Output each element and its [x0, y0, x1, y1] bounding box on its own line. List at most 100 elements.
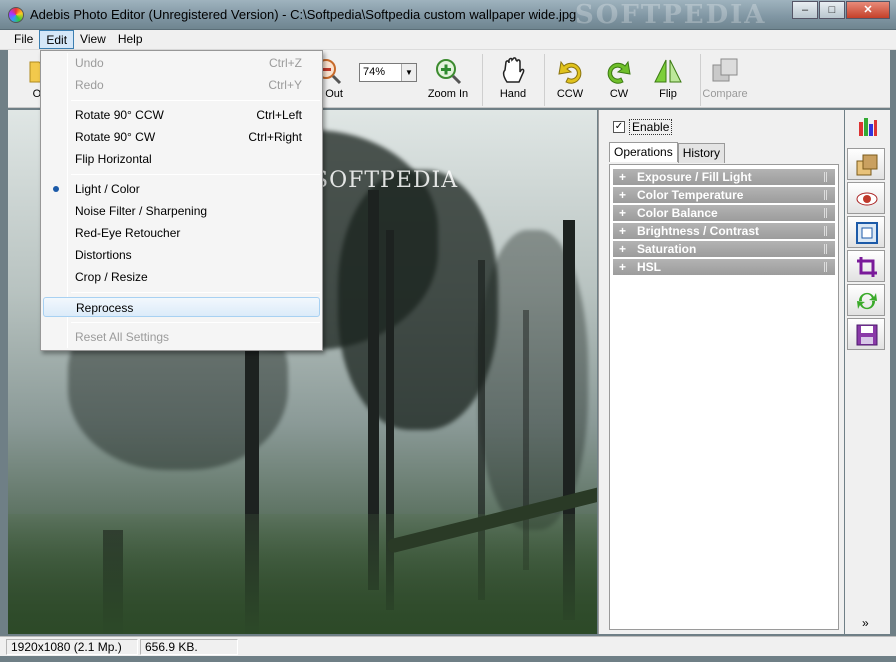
op-brightness-contrast[interactable]: + Brightness / Contrast — [613, 223, 835, 239]
tool-strip: » — [845, 110, 890, 634]
frame-icon — [856, 222, 878, 244]
flip-icon — [654, 59, 682, 83]
menu-file[interactable]: File — [8, 30, 39, 49]
red-eye-tool[interactable] — [847, 182, 885, 214]
op-exposure[interactable]: + Exposure / Fill Light — [613, 169, 835, 185]
expand-icon: + — [619, 224, 627, 238]
tab-operations[interactable]: Operations — [609, 142, 678, 162]
minimize-button[interactable]: – — [792, 1, 818, 19]
hand-icon — [502, 57, 525, 83]
zoom-value: 74% — [363, 66, 386, 78]
rotate-cw-icon — [607, 60, 631, 84]
close-button[interactable]: ✕ — [846, 1, 890, 19]
window-title: Adebis Photo Editor (Unregistered Versio… — [30, 7, 577, 22]
expand-icon: + — [619, 188, 627, 202]
menu-bar: File Edit View Help — [0, 30, 896, 50]
menu-rotate-ccw[interactable]: Rotate 90° CCW Ctrl+Left — [43, 105, 320, 125]
menu-distortions[interactable]: Distortions — [43, 245, 320, 265]
menu-separator — [71, 100, 320, 101]
op-label: HSL — [637, 260, 661, 274]
expand-icon: + — [619, 260, 627, 274]
forest-ground — [8, 514, 597, 634]
menu-redo[interactable]: Redo Ctrl+Y — [43, 75, 320, 95]
rotate-ccw-button[interactable]: CCW — [542, 56, 598, 104]
op-saturation[interactable]: + Saturation — [613, 241, 835, 257]
menu-separator — [71, 322, 320, 323]
menu-rotate-cw[interactable]: Rotate 90° CW Ctrl+Right — [43, 127, 320, 147]
canvas-watermark: SOFTPEDIA — [313, 168, 459, 193]
menu-undo-shortcut: Ctrl+Z — [269, 56, 302, 70]
menu-rotate-cw-shortcut: Ctrl+Right — [248, 130, 302, 144]
grip-icon — [824, 208, 827, 218]
menu-distortions-label: Distortions — [75, 248, 132, 262]
rotate-cw-button[interactable]: CW — [591, 56, 647, 104]
distortions-tool[interactable] — [847, 216, 885, 248]
expand-icon: + — [619, 242, 627, 256]
hand-button[interactable]: Hand — [485, 56, 541, 104]
menu-rotate-ccw-label: Rotate 90° CCW — [75, 108, 164, 122]
cw-label: CW — [609, 88, 629, 100]
window-controls: – □ ✕ — [791, 1, 890, 19]
zoom-in-button[interactable]: Zoom In — [420, 56, 476, 104]
menu-reset-all[interactable]: Reset All Settings — [43, 327, 320, 347]
zoom-select[interactable]: 74% ▼ — [359, 63, 417, 82]
op-label: Color Balance — [637, 206, 718, 220]
operations-list: + Exposure / Fill Light + Color Temperatur… — [609, 164, 839, 630]
menu-help[interactable]: Help — [112, 30, 149, 49]
light-color-tool[interactable] — [847, 148, 885, 180]
menu-flip-label: Flip Horizontal — [75, 152, 152, 166]
menu-light-color-label: Light / Color — [75, 182, 140, 196]
chevron-down-icon[interactable]: ▼ — [401, 64, 416, 81]
tab-history[interactable]: History — [677, 143, 726, 163]
menu-rotate-ccw-shortcut: Ctrl+Left — [256, 108, 302, 122]
reprocess-tool[interactable] — [847, 284, 885, 316]
crop-tool[interactable] — [847, 250, 885, 282]
grip-icon — [824, 226, 827, 236]
menu-view[interactable]: View — [74, 30, 112, 49]
op-label: Color Temperature — [637, 188, 744, 202]
tree-foliage — [338, 170, 498, 430]
op-hsl[interactable]: + HSL — [613, 259, 835, 275]
menu-red-eye-label: Red-Eye Retoucher — [75, 226, 181, 240]
zoom-in-label: Zoom In — [427, 88, 469, 100]
menu-edit[interactable]: Edit — [39, 30, 75, 49]
op-color-temperature[interactable]: + Color Temperature — [613, 187, 835, 203]
grip-icon — [824, 244, 827, 254]
enable-checkbox[interactable]: ✓ Enable — [613, 119, 673, 135]
flip-button[interactable]: Flip — [640, 56, 696, 104]
menu-noise-filter[interactable]: Noise Filter / Sharpening — [43, 201, 320, 221]
histogram-icon[interactable] — [857, 116, 879, 138]
maximize-button[interactable]: □ — [819, 1, 845, 19]
menu-reprocess-label: Reprocess — [76, 301, 134, 315]
expand-icon: + — [619, 206, 627, 220]
menu-reprocess[interactable]: Reprocess — [43, 297, 320, 317]
save-icon — [856, 324, 878, 346]
menu-redo-shortcut: Ctrl+Y — [268, 78, 302, 92]
compare-button[interactable]: Compare — [697, 56, 753, 104]
menu-light-color[interactable]: Light / Color — [43, 179, 320, 199]
panel-tabs: Operations History — [609, 142, 726, 163]
eye-icon — [856, 192, 878, 206]
save-tool[interactable] — [847, 318, 885, 350]
compare-icon — [712, 58, 738, 82]
op-color-balance[interactable]: + Color Balance — [613, 205, 835, 221]
menu-undo[interactable]: Undo Ctrl+Z — [43, 53, 320, 73]
status-resolution: 1920x1080 (2.1 Mp.) — [6, 639, 138, 655]
title-watermark: SOFTPEDIA — [575, 0, 767, 30]
toolbar-separator — [482, 54, 483, 106]
grip-icon — [824, 190, 827, 200]
expand-icon: + — [619, 170, 627, 184]
menu-red-eye[interactable]: Red-Eye Retoucher — [43, 223, 320, 243]
grip-icon — [824, 172, 827, 182]
rotate-ccw-icon — [558, 60, 582, 84]
menu-flip-horizontal[interactable]: Flip Horizontal — [43, 149, 320, 169]
ccw-label: CCW — [556, 88, 584, 100]
menu-crop-resize[interactable]: Crop / Resize — [43, 267, 320, 287]
app-icon — [8, 7, 24, 23]
more-icon[interactable]: » — [862, 616, 869, 630]
checkbox-box[interactable]: ✓ — [613, 121, 625, 133]
menu-separator — [71, 292, 320, 293]
op-label: Saturation — [637, 242, 697, 256]
enable-label: Enable — [629, 119, 673, 135]
zoom-in-icon — [436, 59, 462, 85]
